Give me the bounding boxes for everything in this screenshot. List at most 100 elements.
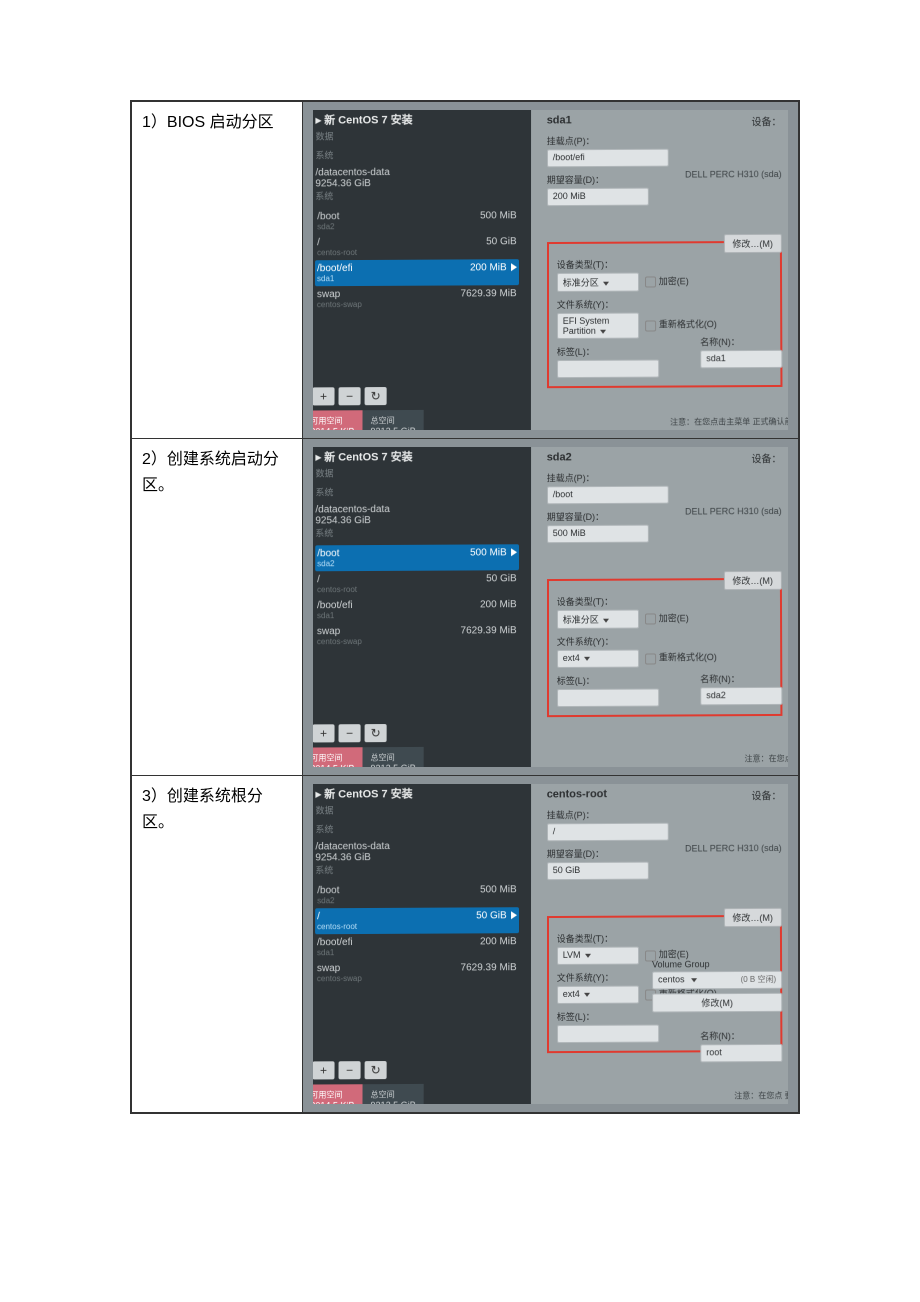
partition-row[interactable]: /bootsda2500 MiB <box>315 881 519 908</box>
filesystem-select[interactable]: ext4 <box>557 986 639 1004</box>
partition-size: 500 MiB <box>480 884 517 904</box>
mount-input[interactable]: /boot/efi <box>547 149 669 168</box>
mount-input[interactable]: / <box>547 823 669 842</box>
volume-group-select[interactable]: centos (0 B 空闲) <box>652 971 782 990</box>
section-header: 系统 <box>315 822 518 836</box>
add-partition-button[interactable]: + <box>313 1061 335 1079</box>
modify-device-button[interactable]: 修改…(M) <box>723 571 782 590</box>
partition-properties-panel: sda2挂载点(P)：/boot期望容量(D)：500 MiB设备：DELL P… <box>531 447 788 767</box>
name-label: 名称(N)： <box>700 335 782 348</box>
partition-row[interactable]: /bootsda2500 MiB <box>315 207 519 234</box>
mount-label: 挂载点(P)： <box>547 807 782 821</box>
avail-value: 2014.5 KiB <box>313 1100 355 1104</box>
step-caption: 2）创建系统启动分区。 <box>131 439 303 776</box>
partition-device: sda2 <box>317 559 339 568</box>
capacity-input[interactable]: 50 GiB <box>547 862 649 880</box>
partition-size: 7629.39 MiB <box>460 625 516 645</box>
reload-partition-button[interactable]: ↻ <box>365 1061 387 1079</box>
filesystem-select[interactable]: ext4 <box>557 650 639 668</box>
partition-device: centos-swap <box>317 974 362 983</box>
reformat-checkbox[interactable]: 重新格式化(O) <box>645 651 717 665</box>
partition-properties-panel: sda1挂载点(P)：/boot/efi期望容量(D)：200 MiB设备：DE… <box>531 110 788 430</box>
partition-device: centos-data <box>338 504 390 515</box>
partition-row[interactable]: /bootsda2500 MiB <box>315 544 519 571</box>
section-header: 数据 <box>316 129 519 143</box>
partition-row[interactable]: /boot/efisda1200 MiB <box>315 259 519 286</box>
partition-row[interactable]: swapcentos-swap7629.39 MiB <box>315 622 519 649</box>
installer-title: ▸ 新 CentOS 7 安装 <box>316 785 519 802</box>
partition-row[interactable]: /boot/efisda1200 MiB <box>315 933 519 960</box>
partition-row[interactable]: /datacentos-data9254.36 GiB <box>315 166 518 189</box>
reload-partition-button[interactable]: ↻ <box>365 387 387 405</box>
partition-mount: /boot/efi <box>317 937 353 948</box>
partition-device: centos-data <box>338 167 390 178</box>
partition-row[interactable]: swapcentos-swap7629.39 MiB <box>315 285 519 312</box>
section-header: 系统 <box>315 148 518 162</box>
section-header: 系统 <box>315 485 518 499</box>
device-name: DELL PERC H310 (sda) <box>685 506 782 516</box>
partition-row[interactable]: /centos-root50 GiB <box>315 233 519 260</box>
partition-device: centos-swap <box>317 300 362 309</box>
modify-device-button[interactable]: 修改…(M) <box>723 234 782 253</box>
device-type-label: 设备类型(T)： <box>557 594 772 608</box>
device-type-label: 设备类型(T)： <box>557 931 772 945</box>
partition-mount: / <box>317 237 320 248</box>
filesystem-select[interactable]: EFI System Partition <box>557 313 639 339</box>
encrypt-checkbox[interactable]: 加密(E) <box>645 274 689 287</box>
partition-mount: /data <box>315 167 337 178</box>
capacity-input[interactable]: 200 MiB <box>547 188 649 206</box>
partition-mount: swap <box>317 626 340 637</box>
partition-row[interactable]: /datacentos-data9254.36 GiB <box>315 503 518 526</box>
partition-row[interactable]: /boot/efisda1200 MiB <box>315 596 519 623</box>
add-partition-button[interactable]: + <box>313 724 335 742</box>
partition-mount: /data <box>315 504 337 515</box>
total-label: 总空间 <box>371 415 416 426</box>
capacity-input[interactable]: 500 MiB <box>547 525 649 543</box>
remove-partition-button[interactable]: − <box>339 1061 361 1079</box>
space-summary: 可用空间2014.5 KiB总空间9312.5 GiB <box>313 410 424 430</box>
device-type-select[interactable]: LVM <box>557 947 639 965</box>
avail-value: 2014.5 KiB <box>313 426 355 430</box>
avail-value: 2014.5 KiB <box>313 763 355 767</box>
partition-size: 50 GiB <box>486 573 517 593</box>
section-header: 系统 <box>315 525 518 539</box>
partition-device: sda2 <box>317 222 339 231</box>
section-header: 系统 <box>315 188 518 202</box>
partition-size: 50 GiB <box>476 910 517 930</box>
avail-label: 可用空间 <box>313 1089 355 1100</box>
installer-title: ▸ 新 CentOS 7 安装 <box>316 111 519 128</box>
step-caption: 3）创建系统根分区。 <box>131 776 303 1114</box>
mount-input[interactable]: /boot <box>547 486 669 505</box>
modify-device-button[interactable]: 修改…(M) <box>723 908 782 927</box>
partition-mount: /boot/efi <box>317 263 353 274</box>
device-type-select[interactable]: 标准分区 <box>557 273 639 292</box>
partition-mount: /boot <box>317 548 339 559</box>
vg-free: (0 B 空闲) <box>741 974 777 985</box>
encrypt-checkbox[interactable]: 加密(E) <box>645 611 689 624</box>
name-input[interactable]: sda1 <box>700 350 782 368</box>
device-name: DELL PERC H310 (sda) <box>685 169 782 179</box>
partition-row[interactable]: /centos-root50 GiB <box>315 570 519 597</box>
partition-mount: /boot <box>317 211 339 222</box>
name-input[interactable]: sda2 <box>700 687 782 705</box>
partition-row[interactable]: /centos-root50 GiB <box>315 907 519 934</box>
label-input[interactable] <box>557 688 659 707</box>
remove-partition-button[interactable]: − <box>339 387 361 405</box>
total-value: 9312.5 GiB <box>371 426 416 430</box>
remove-partition-button[interactable]: − <box>339 724 361 742</box>
device-type-select[interactable]: 标准分区 <box>557 610 639 629</box>
partition-size: 200 MiB <box>470 262 517 282</box>
name-label: 名称(N)： <box>700 1029 782 1042</box>
total-label: 总空间 <box>371 1089 416 1100</box>
add-partition-button[interactable]: + <box>313 387 335 405</box>
reload-partition-button[interactable]: ↻ <box>365 724 387 742</box>
partition-row[interactable]: /datacentos-data9254.36 GiB <box>315 840 518 863</box>
vg-modify-button[interactable]: 修改(M) <box>652 993 782 1013</box>
label-input[interactable] <box>557 1024 659 1043</box>
partition-device: sda2 <box>317 896 339 905</box>
name-input[interactable]: root <box>700 1044 782 1062</box>
partition-device: centos-root <box>317 248 357 257</box>
partition-row[interactable]: swapcentos-swap7629.39 MiB <box>315 959 519 986</box>
partition-device: sda1 <box>317 948 353 957</box>
label-input[interactable] <box>557 360 659 379</box>
